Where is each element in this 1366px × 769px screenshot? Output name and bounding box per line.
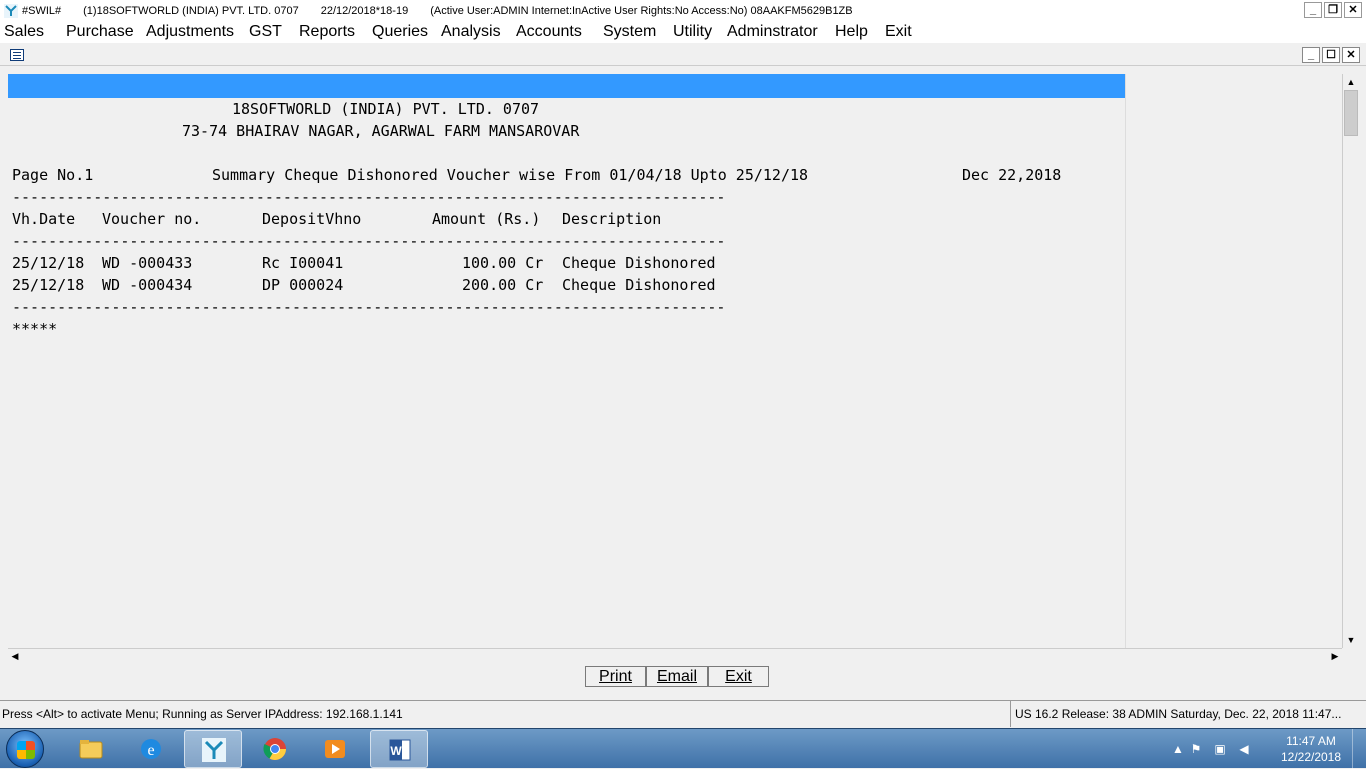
vertical-scrollbar[interactable]: ▲ ▼ bbox=[1342, 74, 1359, 648]
status-message: Press <Alt> to activate Menu; Running as… bbox=[2, 707, 403, 721]
start-button[interactable] bbox=[6, 730, 44, 768]
session-title: 22/12/2018*18-19 bbox=[320, 5, 409, 17]
taskbar-swil-app[interactable] bbox=[184, 730, 242, 768]
status-release-info: US 16.2 Release: 38 ADMIN Saturday, Dec.… bbox=[1010, 701, 1356, 727]
title-bar: #SWIL# (1)18SOFTWORLD (INDIA) PVT. LTD. … bbox=[0, 0, 1366, 22]
row-amount: 100.00 Cr bbox=[462, 254, 544, 272]
report-date: Dec 22,2018 bbox=[962, 166, 1062, 184]
folder-icon bbox=[79, 740, 103, 759]
minimize-button[interactable]: _ bbox=[1304, 2, 1322, 18]
menu-utility[interactable]: Utility bbox=[673, 23, 712, 41]
menu-queries[interactable]: Queries bbox=[372, 23, 428, 41]
menu-sales[interactable]: Sales bbox=[4, 23, 44, 41]
email-button[interactable]: Email bbox=[646, 666, 708, 687]
report-separator: ----------------------------------------… bbox=[12, 298, 726, 316]
taskbar-word[interactable]: W bbox=[370, 730, 428, 768]
word-icon: W bbox=[389, 739, 411, 761]
system-menu-icon[interactable] bbox=[10, 49, 24, 61]
menu-accounts[interactable]: Accounts bbox=[516, 23, 582, 41]
svg-text:W: W bbox=[390, 744, 402, 758]
report-separator: ----------------------------------------… bbox=[12, 188, 726, 206]
scroll-right-icon[interactable]: ▶ bbox=[1328, 649, 1342, 663]
child-close-button[interactable]: ✕ bbox=[1342, 47, 1360, 63]
restore-button[interactable]: ❐ bbox=[1324, 2, 1342, 18]
status-bar: Press <Alt> to activate Menu; Running as… bbox=[0, 700, 1366, 727]
taskbar-internet-explorer[interactable]: e bbox=[122, 730, 180, 768]
taskbar-media-player[interactable] bbox=[306, 730, 364, 768]
taskbar-clock[interactable]: 11:47 AM 12/22/2018 bbox=[1276, 733, 1346, 765]
clock-date: 12/22/2018 bbox=[1280, 750, 1342, 764]
show-hidden-icons-icon[interactable]: ▲ bbox=[1170, 742, 1186, 758]
menu-purchase[interactable]: Purchase bbox=[66, 23, 134, 41]
swil-app-icon bbox=[4, 4, 18, 18]
menu-reports[interactable]: Reports bbox=[299, 23, 355, 41]
system-tray: ▲ ⚑ ▣ ◀ 11:47 AM 12/22/2018 bbox=[1166, 729, 1366, 769]
report-margin bbox=[1125, 74, 1342, 648]
internet-explorer-icon: e bbox=[141, 739, 161, 759]
report-separator: ----------------------------------------… bbox=[12, 232, 726, 250]
chrome-icon bbox=[263, 738, 286, 760]
report-viewer: 18SOFTWORLD (INDIA) PVT. LTD. 0707 73-74… bbox=[8, 74, 1342, 648]
scroll-thumb[interactable] bbox=[1344, 90, 1358, 136]
svg-text:e: e bbox=[147, 742, 154, 759]
column-vh-date: Vh.Date bbox=[12, 210, 76, 228]
row-date: 25/12/18 bbox=[12, 276, 85, 294]
scroll-up-icon[interactable]: ▲ bbox=[1343, 74, 1359, 90]
report-page-no: Page No.1 bbox=[12, 166, 94, 184]
taskbar-chrome[interactable] bbox=[246, 730, 304, 768]
exit-button[interactable]: Exit bbox=[708, 666, 769, 687]
taskbar: e W ▲ ⚑ ▣ ◀ 11:47 AM 12/22/2018 bbox=[0, 728, 1366, 769]
report-actions: Print Email Exit bbox=[585, 666, 769, 687]
column-description: Description bbox=[562, 210, 662, 228]
report-address: 73-74 BHAIRAV NAGAR, AGARWAL FARM MANSAR… bbox=[182, 122, 580, 140]
swil-app-icon bbox=[202, 738, 226, 762]
show-desktop-button[interactable] bbox=[1352, 729, 1366, 769]
report-company: 18SOFTWORLD (INDIA) PVT. LTD. 0707 bbox=[232, 100, 540, 118]
network-icon[interactable]: ▣ bbox=[1212, 742, 1228, 758]
report-footer: ***** bbox=[12, 320, 58, 338]
menu-gst[interactable]: GST bbox=[249, 23, 282, 41]
row-deposit: Rc I00041 bbox=[262, 254, 344, 272]
row-description: Cheque Dishonored bbox=[562, 254, 716, 272]
column-deposit-vhno: DepositVhno bbox=[262, 210, 362, 228]
taskbar-file-explorer[interactable] bbox=[62, 730, 120, 768]
child-restore-button[interactable]: ☐ bbox=[1322, 47, 1340, 63]
menu-adminstrator[interactable]: Adminstrator bbox=[727, 23, 818, 41]
menu-help[interactable]: Help bbox=[835, 23, 868, 41]
row-voucher: WD -000433 bbox=[102, 254, 193, 272]
child-minimize-button[interactable]: _ bbox=[1302, 47, 1320, 63]
row-voucher: WD -000434 bbox=[102, 276, 193, 294]
row-amount: 200.00 Cr bbox=[462, 276, 544, 294]
company-title: (1)18SOFTWORLD (INDIA) PVT. LTD. 0707 bbox=[83, 5, 299, 17]
print-button[interactable]: Print bbox=[585, 666, 646, 687]
action-center-icon[interactable]: ⚑ bbox=[1188, 742, 1204, 758]
row-description: Cheque Dishonored bbox=[562, 276, 716, 294]
media-player-icon bbox=[325, 740, 345, 758]
menu-analysis[interactable]: Analysis bbox=[441, 23, 501, 41]
column-amount: Amount (Rs.) bbox=[432, 210, 541, 228]
windows-logo-icon bbox=[17, 741, 35, 759]
menu-bar: Sales Purchase Adjustments GST Reports Q… bbox=[0, 22, 1366, 43]
scroll-left-icon[interactable]: ◀ bbox=[8, 649, 22, 663]
row-date: 25/12/18 bbox=[12, 254, 85, 272]
clock-time: 11:47 AM bbox=[1286, 734, 1336, 748]
app-name: #SWIL# bbox=[22, 5, 62, 17]
column-voucher-no: Voucher no. bbox=[102, 210, 202, 228]
report-title: Summary Cheque Dishonored Voucher wise F… bbox=[212, 166, 809, 184]
scroll-down-icon[interactable]: ▼ bbox=[1343, 632, 1359, 648]
volume-icon[interactable]: ◀ bbox=[1236, 742, 1252, 758]
menu-exit[interactable]: Exit bbox=[885, 23, 912, 41]
menu-adjustments[interactable]: Adjustments bbox=[146, 23, 234, 41]
child-window-bar: _ ☐ ✕ bbox=[0, 44, 1366, 66]
row-deposit: DP 000024 bbox=[262, 276, 344, 294]
report-header-band bbox=[8, 74, 1125, 98]
user-status: (Active User:ADMIN Internet:InActive Use… bbox=[430, 5, 853, 17]
report-page: 18SOFTWORLD (INDIA) PVT. LTD. 0707 73-74… bbox=[8, 74, 1125, 648]
horizontal-scrollbar[interactable]: ◀ ▶ bbox=[8, 648, 1342, 662]
menu-system[interactable]: System bbox=[603, 23, 656, 41]
close-button[interactable]: ✕ bbox=[1344, 2, 1362, 18]
